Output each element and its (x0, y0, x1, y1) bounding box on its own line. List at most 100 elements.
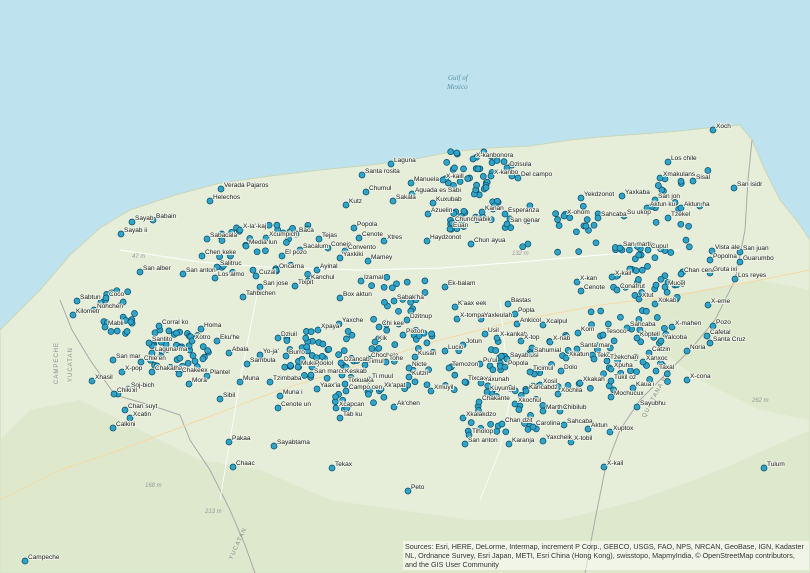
site-marker[interactable] (323, 374, 331, 382)
site-marker[interactable] (123, 328, 131, 335)
site-marker[interactable] (573, 228, 580, 236)
site-marker[interactable] (497, 352, 505, 360)
site-marker[interactable] (370, 399, 377, 407)
site-marker[interactable] (479, 173, 487, 180)
site-marker[interactable] (253, 248, 261, 256)
site-marker[interactable] (474, 165, 482, 173)
site-marker[interactable] (667, 249, 675, 256)
site-marker[interactable] (451, 164, 458, 172)
site-marker[interactable] (124, 288, 132, 296)
site-marker[interactable] (492, 347, 500, 354)
site-marker[interactable] (283, 337, 291, 344)
site-marker[interactable] (663, 370, 671, 378)
site-marker[interactable] (332, 393, 339, 401)
site-marker[interactable] (652, 281, 660, 289)
site-marker[interactable] (380, 393, 388, 401)
site-marker[interactable] (403, 278, 411, 286)
site-marker[interactable] (552, 210, 559, 217)
site-marker[interactable] (368, 282, 375, 289)
site-marker[interactable] (199, 355, 207, 363)
site-marker[interactable] (657, 275, 665, 283)
site-marker[interactable] (283, 239, 290, 246)
site-marker[interactable] (635, 251, 643, 259)
site-marker[interactable] (189, 352, 197, 359)
site-marker[interactable] (682, 236, 690, 244)
site-marker[interactable] (365, 390, 372, 398)
site-marker[interactable] (617, 313, 624, 321)
site-marker[interactable] (302, 334, 310, 342)
site-marker[interactable] (515, 406, 523, 413)
site-marker[interactable] (473, 181, 480, 189)
site-marker[interactable] (610, 337, 618, 345)
site-marker[interactable] (554, 216, 561, 223)
site-marker[interactable] (685, 222, 692, 230)
site-marker[interactable] (583, 216, 591, 223)
site-marker[interactable] (395, 307, 402, 315)
site-marker[interactable] (590, 221, 598, 229)
site-marker[interactable] (587, 308, 595, 316)
site-marker[interactable] (287, 362, 294, 369)
site-marker[interactable] (273, 221, 281, 229)
site-marker[interactable] (318, 353, 326, 360)
site-marker[interactable] (391, 341, 399, 348)
site-marker[interactable] (467, 419, 475, 426)
site-marker[interactable] (265, 221, 273, 229)
site-marker[interactable] (262, 247, 269, 255)
site-marker[interactable] (582, 222, 590, 230)
site-marker[interactable] (643, 307, 650, 315)
site-marker[interactable] (370, 315, 377, 323)
site-marker[interactable] (443, 159, 451, 166)
site-marker[interactable] (375, 344, 383, 352)
site-marker[interactable] (482, 184, 490, 191)
site-marker[interactable] (575, 248, 583, 255)
site-marker[interactable] (428, 330, 435, 338)
site-marker[interactable] (644, 263, 651, 270)
site-marker[interactable] (502, 428, 510, 436)
site-marker[interactable] (704, 167, 712, 174)
site-marker[interactable] (301, 372, 308, 379)
site-marker[interactable] (487, 420, 494, 428)
site-marker[interactable] (654, 182, 662, 189)
site-marker[interactable] (554, 248, 561, 256)
site-marker[interactable] (460, 165, 467, 173)
site-marker[interactable] (131, 310, 138, 317)
site-marker[interactable] (500, 158, 508, 165)
site-marker[interactable] (176, 354, 184, 362)
site-marker[interactable] (447, 148, 455, 156)
site-marker[interactable] (519, 243, 527, 251)
site-marker[interactable] (127, 318, 135, 326)
site-marker[interactable] (340, 347, 348, 354)
site-marker[interactable] (393, 280, 400, 288)
site-marker[interactable] (380, 283, 388, 291)
site-marker[interactable] (592, 239, 600, 247)
site-marker[interactable] (664, 378, 671, 385)
site-marker[interactable] (107, 328, 115, 335)
site-marker[interactable] (204, 347, 211, 354)
map-canvas[interactable]: Gulf of Mexico CAMPECHE YUCATAN QUINTANA… (0, 0, 810, 573)
site-marker[interactable] (685, 243, 693, 251)
site-marker[interactable] (638, 266, 646, 274)
site-marker[interactable] (325, 345, 333, 353)
site-marker[interactable] (249, 266, 257, 274)
site-marker[interactable] (451, 371, 459, 379)
site-marker[interactable] (597, 307, 605, 315)
site-marker[interactable] (319, 340, 327, 348)
site-marker[interactable] (555, 222, 563, 229)
site-marker[interactable] (489, 366, 497, 374)
site-marker[interactable] (307, 328, 315, 335)
site-marker[interactable] (165, 327, 173, 335)
site-marker[interactable] (191, 357, 199, 365)
site-marker[interactable] (651, 254, 659, 262)
site-marker[interactable] (421, 277, 429, 285)
site-marker[interactable] (113, 327, 121, 335)
site-marker[interactable] (381, 298, 388, 306)
site-marker[interactable] (411, 378, 419, 386)
site-marker[interactable] (464, 175, 472, 182)
site-marker[interactable] (677, 177, 685, 185)
site-marker[interactable] (635, 276, 642, 283)
site-marker[interactable] (604, 320, 612, 328)
site-marker[interactable] (383, 326, 391, 334)
site-marker[interactable] (344, 328, 352, 335)
site-marker[interactable] (304, 270, 312, 278)
site-marker[interactable] (632, 267, 640, 274)
